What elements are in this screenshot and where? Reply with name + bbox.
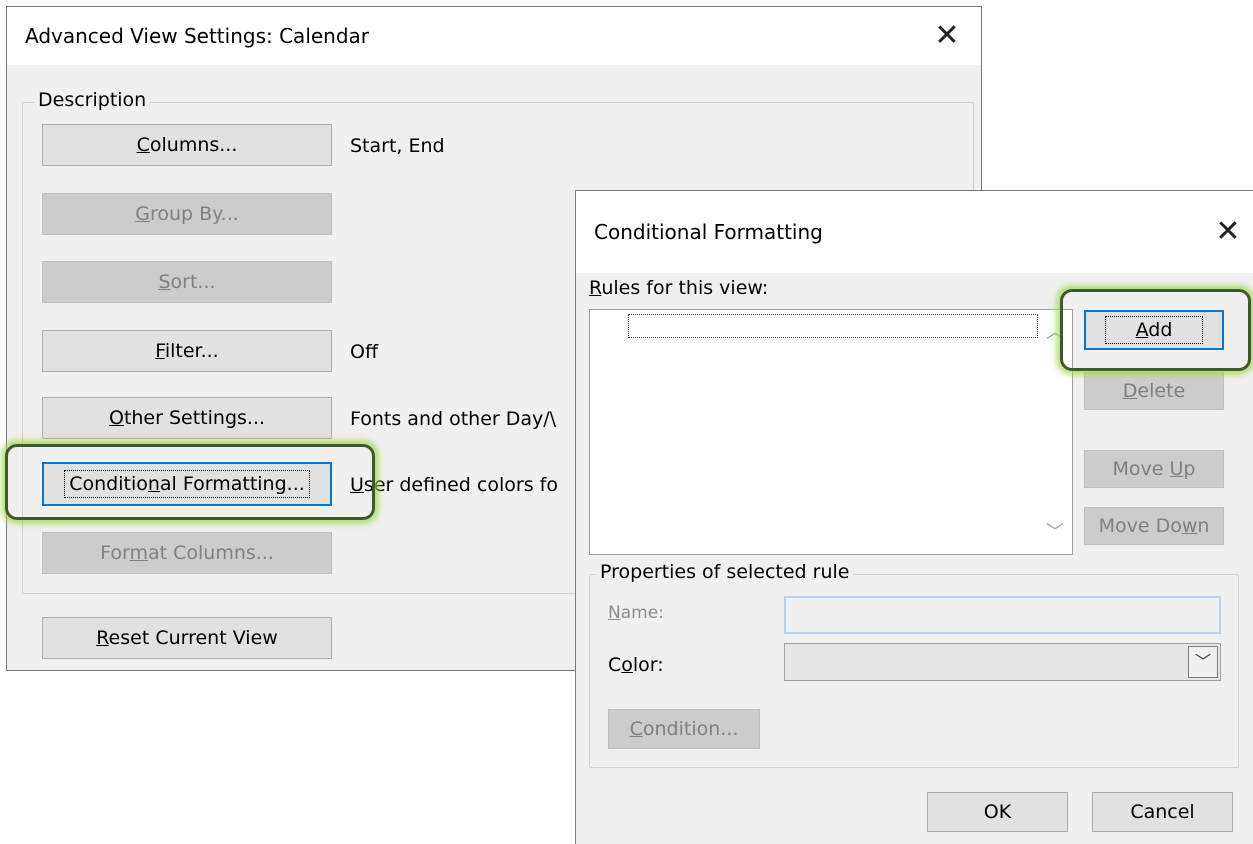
chevron-down-icon[interactable]: ﹀: [1040, 522, 1070, 544]
conditional-formatting-description: User defined colors fo: [350, 474, 558, 496]
sort-button[interactable]: Sort...: [42, 261, 332, 303]
dialog-title: Conditional Formatting: [594, 220, 823, 244]
title-bar: Conditional Formatting ✕: [576, 191, 1253, 273]
format-columns-button[interactable]: Format Columns...: [42, 532, 332, 574]
ok-button[interactable]: OK: [927, 792, 1068, 832]
dialog-title: Advanced View Settings: Calendar: [25, 24, 370, 48]
chevron-down-icon[interactable]: ﹀: [1188, 646, 1218, 678]
other-settings-button[interactable]: Other Settings...: [42, 397, 332, 439]
condition-button[interactable]: Condition...: [608, 709, 760, 749]
color-select[interactable]: ﹀: [784, 643, 1221, 681]
properties-group-label: Properties of selected rule: [596, 561, 854, 583]
group-by-button[interactable]: Group By...: [42, 193, 332, 235]
filter-button[interactable]: Filter...: [42, 330, 332, 372]
name-label: Name:: [608, 603, 664, 623]
name-input[interactable]: [784, 596, 1221, 634]
color-label: Color:: [608, 654, 664, 676]
columns-description: Start, End: [350, 135, 445, 157]
rules-listbox[interactable]: ︿ ﹀: [589, 309, 1073, 555]
conditional-formatting-highlight: [5, 444, 375, 520]
title-bar: Advanced View Settings: Calendar ✕: [7, 7, 981, 65]
move-up-button[interactable]: Move Up: [1084, 450, 1224, 488]
delete-button[interactable]: Delete: [1084, 372, 1224, 410]
rule-list-item[interactable]: [628, 314, 1038, 338]
close-icon[interactable]: ✕: [925, 15, 969, 57]
filter-description: Off: [350, 341, 379, 363]
other-settings-description: Fonts and other Day/\: [350, 408, 557, 430]
rules-label: Rules for this view:: [589, 277, 769, 299]
reset-current-view-button[interactable]: Reset Current View: [42, 617, 332, 659]
close-icon[interactable]: ✕: [1206, 211, 1250, 253]
cancel-button[interactable]: Cancel: [1092, 792, 1233, 832]
add-button-highlight: [1060, 289, 1251, 371]
columns-button[interactable]: Columns...: [42, 124, 332, 166]
description-group-label: Description: [34, 89, 151, 111]
move-down-button[interactable]: Move Down: [1084, 507, 1224, 545]
